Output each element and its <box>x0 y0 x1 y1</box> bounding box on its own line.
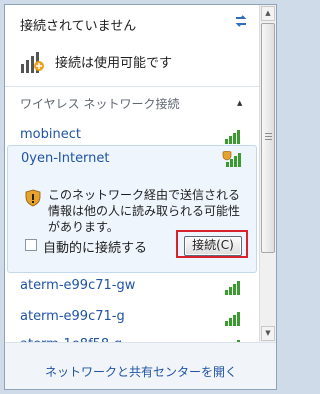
warning-line-1: このネットワーク経由で送信される <box>48 188 241 202</box>
collapse-icon[interactable]: ▲ <box>237 99 242 107</box>
network-name[interactable]: 0yen-Internet <box>21 151 110 166</box>
network-name: mobinect <box>20 127 81 142</box>
warning-line-2: 情報は他の人に読み取られる可能性 <box>48 204 241 218</box>
refresh-icon[interactable] <box>233 14 249 28</box>
flyout-footer: ネットワークと共有センターを開く <box>5 342 276 389</box>
signal-strength-icon <box>225 281 240 295</box>
selected-network-panel: 0yen-Internet このネットワーク経由で送信される 情報は他の人に読み… <box>7 145 257 273</box>
wireless-section-title: ワイヤレス ネットワーク接続 <box>20 97 180 111</box>
security-warning-text: このネットワーク経由で送信される 情報は他の人に読み取られる可能性 があります。 <box>48 187 240 235</box>
signal-strength-icon <box>225 312 240 326</box>
connection-status-title: 接続されていません <box>20 19 137 34</box>
network-item-aterm-gw[interactable]: aterm-e99c71-gw <box>5 271 260 302</box>
flyout-content: 接続されていません 接続は使用可能です ワイヤレス ネットワーク接続 ▲ mob… <box>5 5 260 342</box>
auto-connect-label[interactable]: 自動的に接続する <box>43 237 147 256</box>
signal-strength-icon <box>225 130 240 144</box>
scroll-up-icon[interactable]: ▲ <box>261 6 275 21</box>
network-name: aterm-e99c71-g <box>20 309 125 324</box>
network-item-aterm-1e8f58[interactable]: aterm-1e8f58-g <box>5 330 260 342</box>
connect-button-highlight: 接続(C) <box>176 230 248 258</box>
open-network-sharing-center-link[interactable]: ネットワークと共有センターを開く <box>45 363 237 380</box>
network-unavailable-icon <box>21 52 44 73</box>
vertical-scrollbar[interactable]: ▲ ▼ <box>259 5 276 342</box>
network-name: aterm-e99c71-gw <box>20 278 136 293</box>
security-shield-icon <box>25 189 41 207</box>
signal-strength-icon <box>222 151 241 167</box>
network-flyout: 接続されていません 接続は使用可能です ワイヤレス ネットワーク接続 ▲ mob… <box>4 4 277 390</box>
auto-connect-checkbox[interactable] <box>25 239 37 251</box>
scrollbar-thumb[interactable] <box>261 23 275 253</box>
network-item-aterm-g[interactable]: aterm-e99c71-g <box>5 302 260 333</box>
connect-button[interactable]: 接続(C) <box>184 236 242 256</box>
section-divider <box>5 86 260 87</box>
scroll-down-icon[interactable]: ▼ <box>261 326 275 341</box>
grip-line <box>265 139 272 140</box>
connection-available-text: 接続は使用可能です <box>55 56 173 71</box>
grip-line <box>265 133 272 134</box>
grip-line <box>265 136 272 137</box>
